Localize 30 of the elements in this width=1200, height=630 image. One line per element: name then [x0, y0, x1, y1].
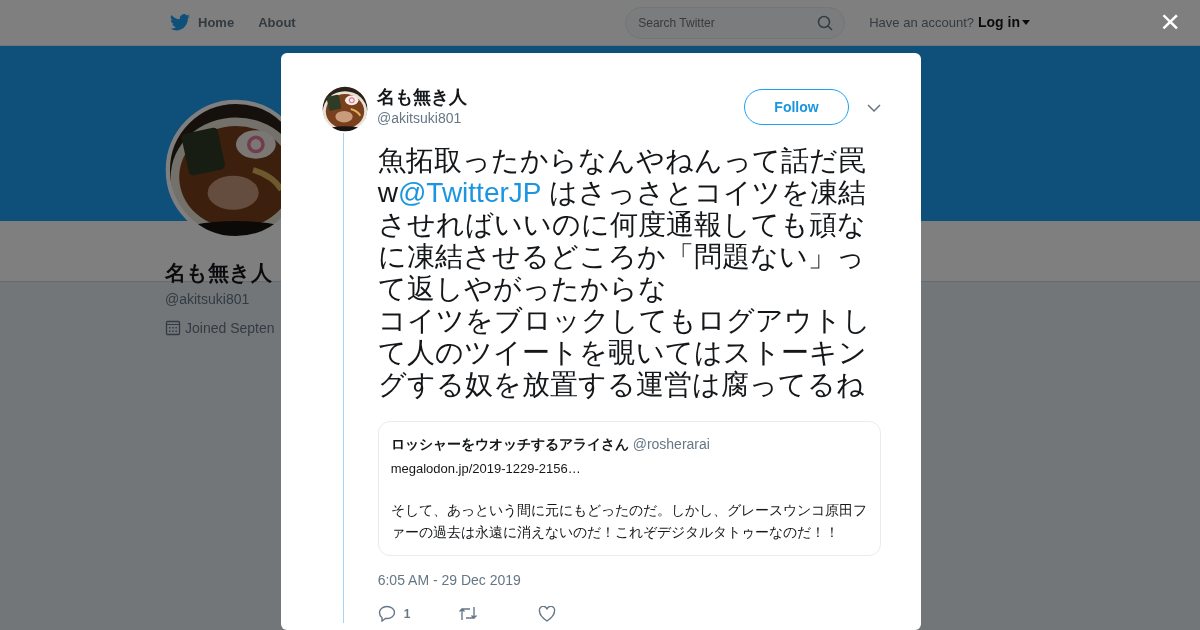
tweet-text: コイツをブロックしてもログアウトして人のツイートを覗いてはストーキングする奴を放置する運営は腐ってるね: [377, 305, 872, 401]
tweet-text: 魚拓取ったからなんやねんって話だ罠w@TwitterJP はさっさとコイツを凍結させればいいのに何度通報しても頑なに凍結させるどころか「問題ない」って返しやがったからな: [377, 145, 867, 305]
chevron-down-icon[interactable]: [867, 104, 881, 112]
nav-link[interactable]: Home: [170, 12, 235, 33]
account-prompt: Have an account?: [869, 13, 974, 32]
close-button[interactable]: ×: [1160, 4, 1180, 38]
profile-handle: @akitsuki801: [165, 289, 251, 309]
mention-link[interactable]: @TwitterJP: [397, 177, 541, 208]
calendar-icon: [165, 320, 181, 336]
author-handle: @akitsuki801: [377, 109, 463, 128]
quoted-text: そして、あっという間に元にもどったのだ。しかし、グレースウンコ原田ファーの過去は永遠に消えないのだ！これぞデジタルタトゥーなのだ！！: [390, 500, 868, 542]
caret-icon: [1022, 20, 1030, 25]
follow-button[interactable]: Follow: [744, 89, 849, 125]
reply-count: 1: [403, 605, 411, 623]
reply-icon[interactable]: [377, 605, 396, 622]
retweet-icon[interactable]: [457, 606, 478, 621]
heart-icon[interactable]: [537, 605, 556, 622]
tweet-timestamp: 6:05 AM - 29 Dec 2019: [377, 570, 522, 590]
quoted-author-name: ロッシャーをウオッチするアライさん: [390, 435, 629, 454]
search-icon[interactable]: [817, 14, 834, 31]
joined-date: Joined Septen: [185, 318, 275, 338]
author-name: 名も無き人: [377, 86, 467, 108]
nav-link[interactable]: About: [258, 12, 296, 33]
profile-name: 名も無き人: [165, 260, 273, 286]
quoted-tweet[interactable]: ロッシャーをウオッチするアライさん @rosherarai megalodon.jp/2019-1229-2156… そして、あっという間に元にもどったのだ。しかし、グレースウンコ原田ファーの過去は永遠に消えないのだ！これぞデジタルタトゥーなのだ！！: [377, 421, 881, 556]
search-field[interactable]: Search Twitter: [625, 6, 846, 39]
login-link[interactable]: Log in: [978, 12, 1030, 33]
quoted-author-handle: @rosherarai: [632, 435, 710, 454]
quoted-link: megalodon.jp/2019-1229-2156…: [390, 460, 582, 478]
bird-icon: [170, 14, 190, 31]
